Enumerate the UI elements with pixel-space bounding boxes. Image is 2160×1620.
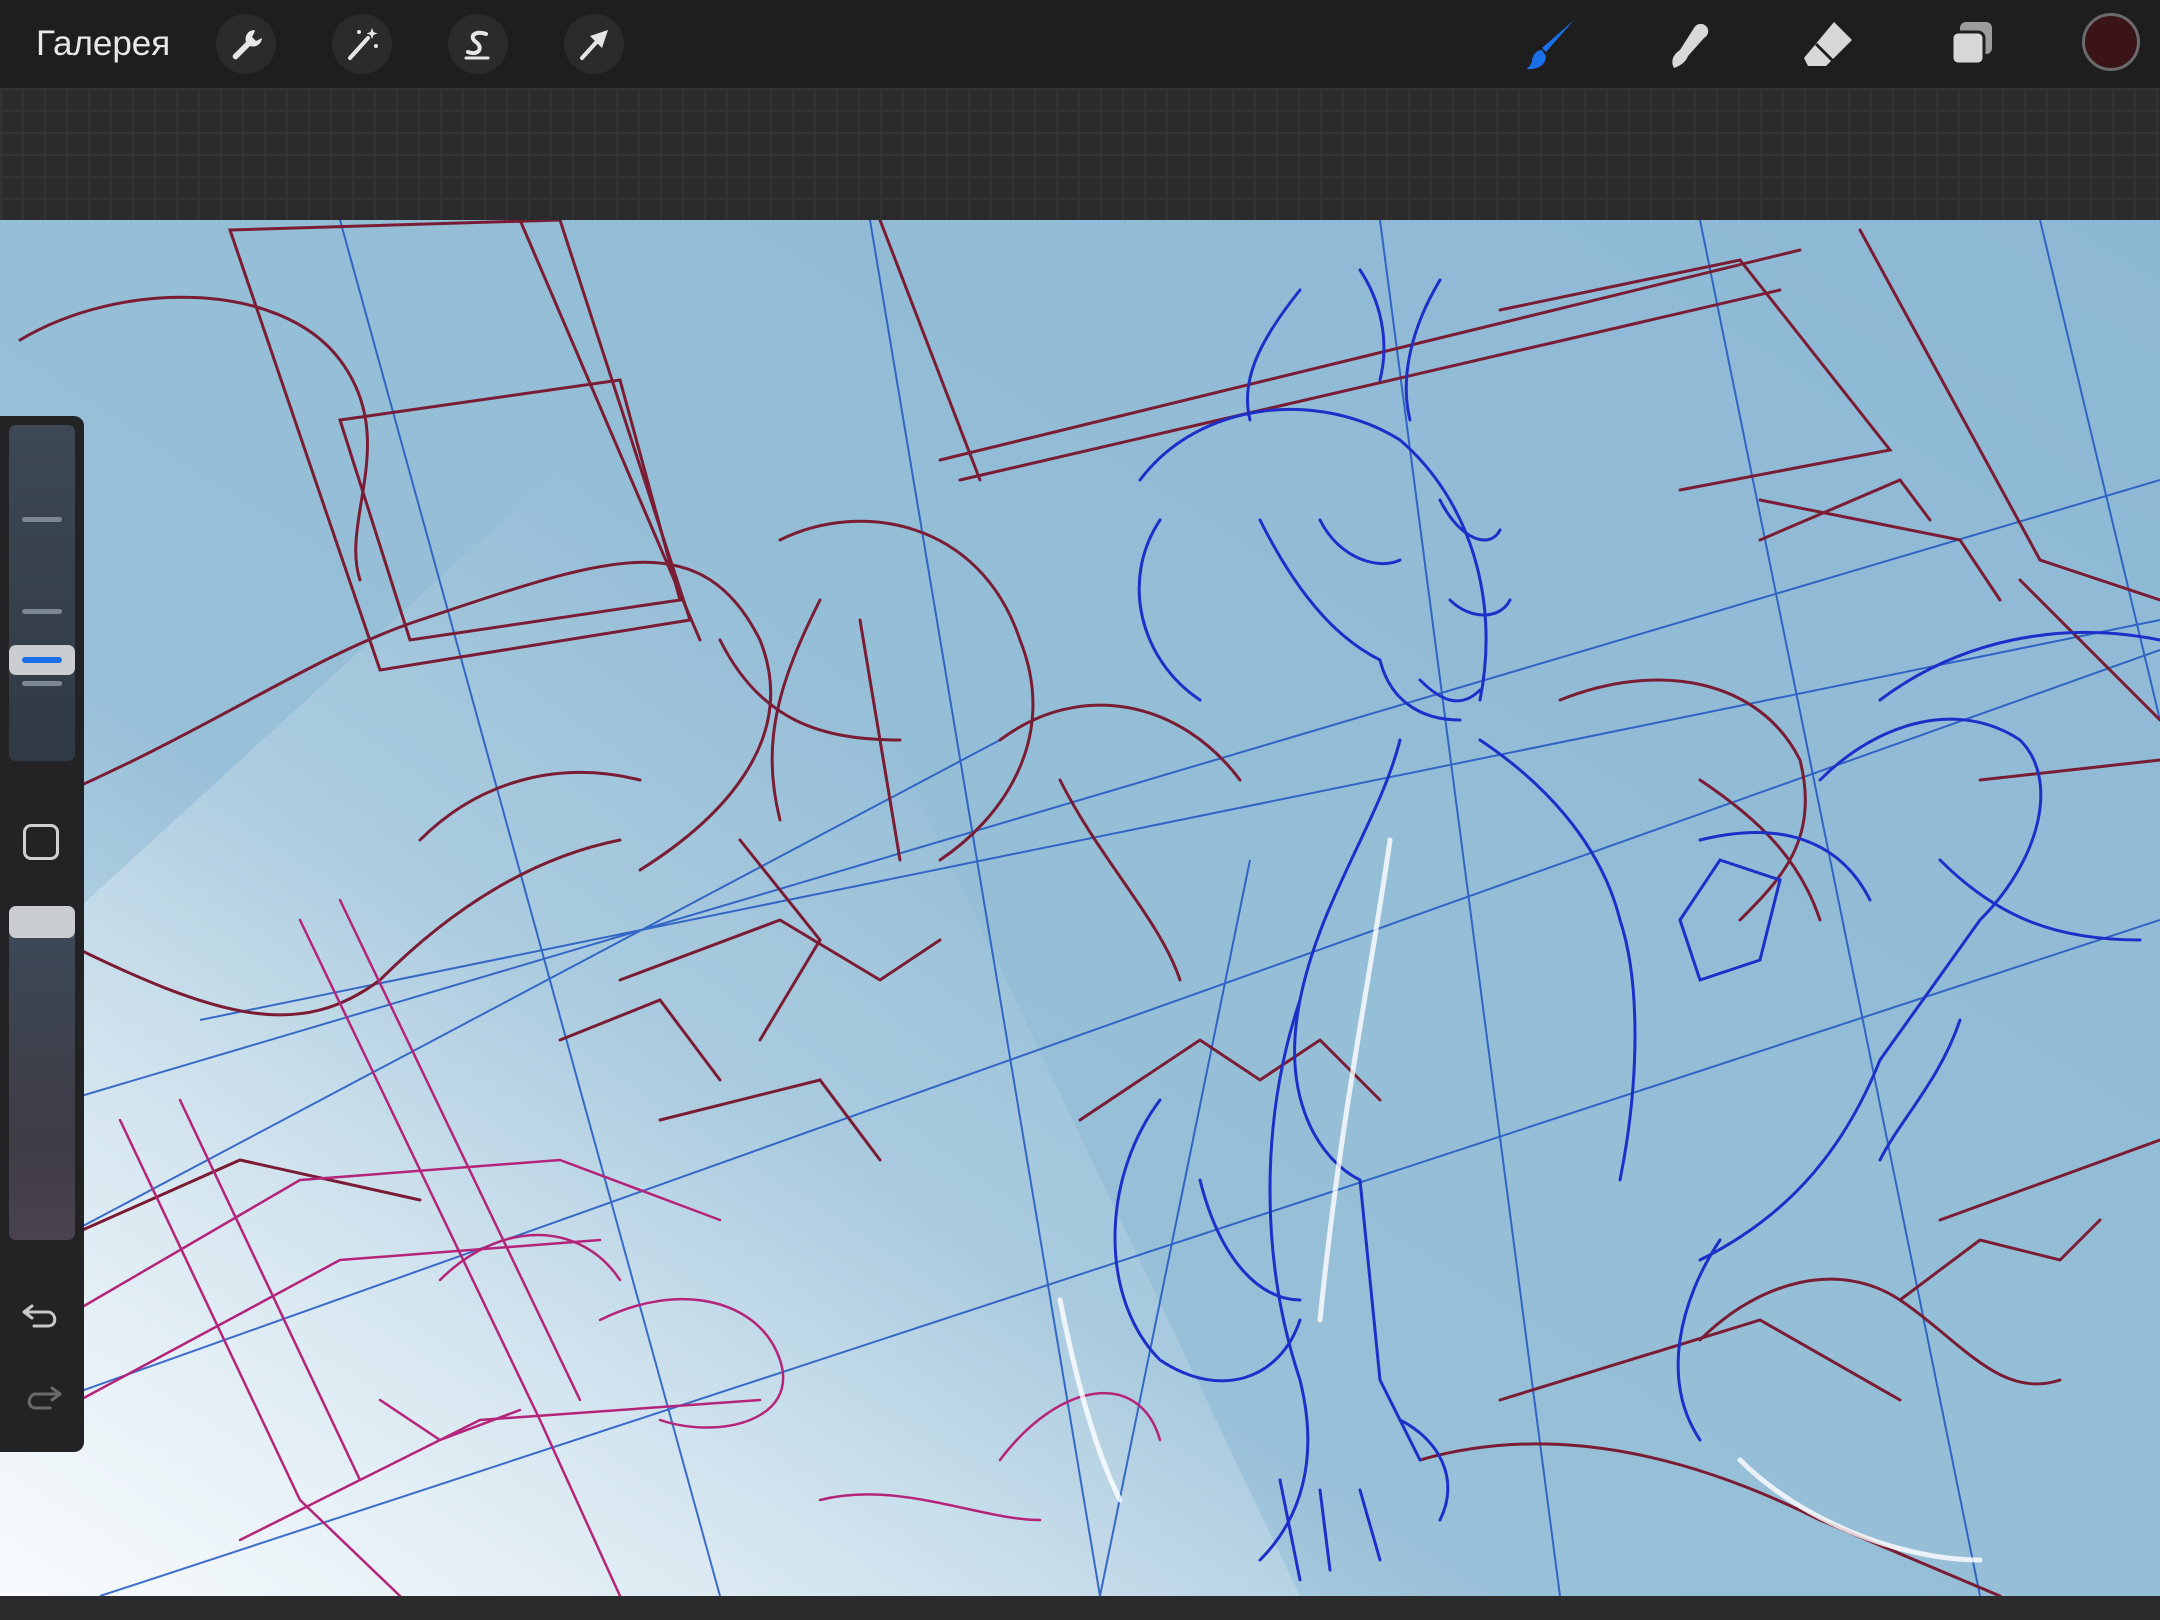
- brush-size-slider[interactable]: [9, 425, 75, 761]
- size-tick: [22, 609, 62, 614]
- size-tick: [22, 517, 62, 522]
- drawing-canvas[interactable]: [0, 220, 2160, 1596]
- selection-s-icon: [464, 30, 490, 60]
- size-tick: [22, 681, 62, 686]
- adjustments-wand-button[interactable]: [332, 14, 392, 74]
- top-toolbar: Галерея: [0, 0, 2160, 88]
- actions-wrench-button[interactable]: [216, 14, 276, 74]
- magic-wand-icon: [348, 28, 378, 60]
- layers-icon: [1950, 22, 1992, 66]
- eraser-icon: [1804, 22, 1852, 66]
- opacity-slider-thumb[interactable]: [9, 906, 75, 938]
- modify-button[interactable]: [23, 824, 59, 860]
- undo-button[interactable]: [20, 1292, 64, 1336]
- smudge-tool-button[interactable]: [1656, 10, 1724, 78]
- wrench-icon: [232, 30, 262, 60]
- transform-arrow-icon: [580, 30, 608, 60]
- workspace-grid-background: [0, 88, 2160, 220]
- transform-button[interactable]: [564, 14, 624, 74]
- size-slider-indicator: [22, 657, 62, 663]
- redo-button[interactable]: [20, 1374, 64, 1418]
- sketch-artwork: [0, 220, 2160, 1596]
- gallery-button[interactable]: Галерея: [36, 20, 170, 68]
- undo-icon: [22, 1304, 57, 1328]
- redo-icon: [27, 1386, 62, 1410]
- layers-button[interactable]: [1938, 10, 2006, 78]
- opacity-slider[interactable]: [9, 906, 75, 1240]
- workspace-bottom-strip: [0, 1596, 2160, 1620]
- selection-button[interactable]: [448, 14, 508, 74]
- eraser-tool-button[interactable]: [1794, 10, 1862, 78]
- brush-tool-button[interactable]: [1518, 10, 1586, 78]
- smudge-icon: [1672, 23, 1709, 68]
- left-sidebar: [0, 416, 84, 1452]
- size-slider-thumb[interactable]: [9, 645, 75, 675]
- color-picker-button[interactable]: [2082, 13, 2140, 71]
- brush-icon: [1526, 20, 1574, 70]
